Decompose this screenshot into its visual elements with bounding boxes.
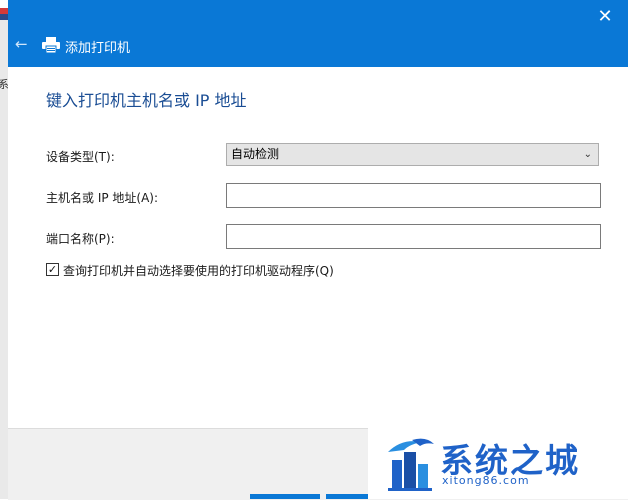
next-button[interactable] (250, 494, 320, 499)
close-button[interactable]: ✕ (594, 6, 616, 28)
page-heading: 键入打印机主机名或 IP 地址 (46, 91, 247, 110)
back-button[interactable]: ← (15, 36, 31, 52)
query-driver-checkbox[interactable]: ✓ (46, 263, 59, 276)
arrow-left-icon: ← (15, 35, 28, 53)
city-logo-icon (388, 438, 434, 491)
close-icon: ✕ (597, 6, 613, 27)
device-type-select[interactable]: 自动检测 ⌄ (226, 143, 599, 166)
watermark-url: xitong86.com (442, 474, 530, 487)
port-label: 端口名称(P): (46, 232, 115, 246)
checkmark-icon: ✓ (47, 263, 58, 276)
printer-icon (42, 37, 60, 53)
dialog-title: 添加打印机 (65, 41, 131, 56)
query-driver-label[interactable]: 查询打印机并自动选择要使用的打印机驱动程序(Q) (63, 262, 334, 279)
title-bar: ✕ ← 添加打印机 (8, 0, 628, 67)
device-type-label: 设备类型(T): (46, 150, 115, 164)
background-window-edge: 系 (0, 0, 9, 499)
background-window-icon (0, 0, 8, 20)
add-printer-dialog: ✕ ← 添加打印机 键入打印机主机名或 IP 地址 设备类型(T): 自动检测 … (8, 0, 628, 500)
port-input[interactable] (226, 224, 601, 249)
watermark: 系统之城 xitong86.com (368, 428, 628, 499)
chevron-down-icon: ⌄ (583, 149, 592, 160)
host-label: 主机名或 IP 地址(A): (46, 191, 159, 205)
host-input[interactable] (226, 183, 601, 208)
device-type-value: 自动检测 (231, 147, 280, 161)
